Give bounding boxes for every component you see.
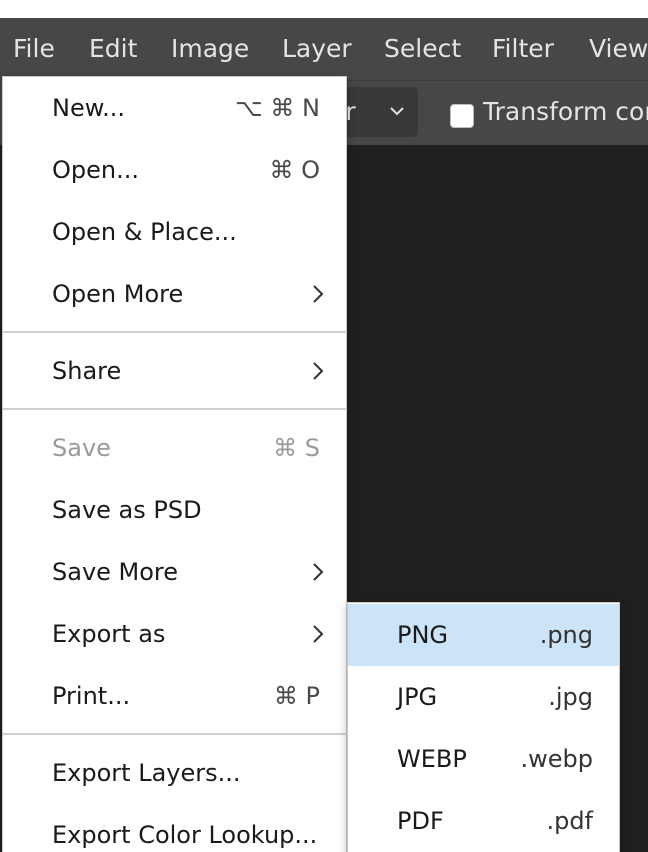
menu-item-label: Export as	[52, 620, 166, 648]
menubar: File Edit Image Layer Select Filter View	[0, 18, 648, 80]
export-format-ext: .png	[539, 621, 593, 649]
menu-item-label: Open...	[52, 156, 139, 184]
chevron-right-icon	[313, 362, 324, 380]
menu-separator	[3, 733, 346, 735]
export-format-name: WEBP	[397, 745, 467, 773]
app-window: File Edit Image Layer Select Filter View…	[0, 0, 648, 852]
export-format-name: JPG	[397, 683, 438, 711]
menu-item-label: New...	[52, 94, 126, 122]
menu-item-shortcut: ⌘ O	[269, 156, 320, 184]
export-as-submenu: PNG .png JPG .jpg WEBP .webp PDF .pdf	[347, 602, 620, 852]
file-menu: New... ⌥ ⌘ N Open... ⌘ O Open & Place...…	[2, 76, 347, 852]
menu-item-export-color-lookup[interactable]: Export Color Lookup...	[3, 804, 346, 852]
chevron-down-icon	[390, 107, 404, 116]
export-format-ext: .webp	[520, 745, 594, 773]
menu-separator	[3, 331, 346, 333]
menu-item-print[interactable]: Print... ⌘ P	[3, 665, 346, 727]
menu-item-open[interactable]: Open... ⌘ O	[3, 139, 346, 201]
menu-item-label: Open & Place...	[52, 218, 237, 246]
export-jpg-item[interactable]: JPG .jpg	[348, 666, 619, 728]
export-format-ext: .jpg	[548, 683, 593, 711]
menu-item-label: Save as PSD	[52, 496, 202, 524]
menu-item-label: Export Color Lookup...	[52, 821, 318, 849]
menu-item-label: Print...	[52, 682, 131, 710]
export-format-name: PDF	[397, 807, 444, 835]
export-pdf-item[interactable]: PDF .pdf	[348, 790, 619, 852]
menu-separator	[3, 408, 346, 410]
menu-view[interactable]: View	[589, 18, 648, 80]
chevron-right-icon	[313, 625, 324, 643]
menu-item-share[interactable]: Share	[3, 340, 346, 402]
menu-item-open-place[interactable]: Open & Place...	[3, 201, 346, 263]
menu-item-label: Save	[52, 434, 111, 462]
menu-filter[interactable]: Filter	[492, 18, 554, 80]
export-format-name: PNG	[397, 621, 449, 649]
menu-item-label: Save More	[52, 558, 179, 586]
transform-controls-label: Transform cor	[483, 97, 648, 126]
menu-item-label: Share	[52, 357, 122, 385]
export-format-ext: .pdf	[546, 807, 593, 835]
menu-item-shortcut: ⌥ ⌘ N	[235, 94, 320, 122]
menu-edit[interactable]: Edit	[89, 18, 137, 80]
menu-item-label: Open More	[52, 280, 184, 308]
menu-item-shortcut: ⌘ S	[273, 434, 320, 462]
transform-controls-checkbox[interactable]	[450, 104, 474, 128]
menu-item-save-as-psd[interactable]: Save as PSD	[3, 479, 346, 541]
menu-image[interactable]: Image	[171, 18, 249, 80]
chevron-right-icon	[313, 285, 324, 303]
menu-item-export-as[interactable]: Export as	[3, 603, 346, 665]
menu-layer[interactable]: Layer	[282, 18, 352, 80]
menu-item-shortcut: ⌘ P	[273, 682, 320, 710]
menu-item-save-more[interactable]: Save More	[3, 541, 346, 603]
menu-item-label: Export Layers...	[52, 759, 241, 787]
menu-item-open-more[interactable]: Open More	[3, 263, 346, 325]
menu-select[interactable]: Select	[384, 18, 461, 80]
menu-item-export-layers[interactable]: Export Layers...	[3, 742, 346, 804]
chevron-right-icon	[313, 563, 324, 581]
menu-file[interactable]: File	[13, 18, 55, 80]
menu-item-save: Save ⌘ S	[3, 417, 346, 479]
export-png-item[interactable]: PNG .png	[348, 604, 619, 666]
menu-item-new[interactable]: New... ⌥ ⌘ N	[3, 77, 346, 139]
export-webp-item[interactable]: WEBP .webp	[348, 728, 619, 790]
